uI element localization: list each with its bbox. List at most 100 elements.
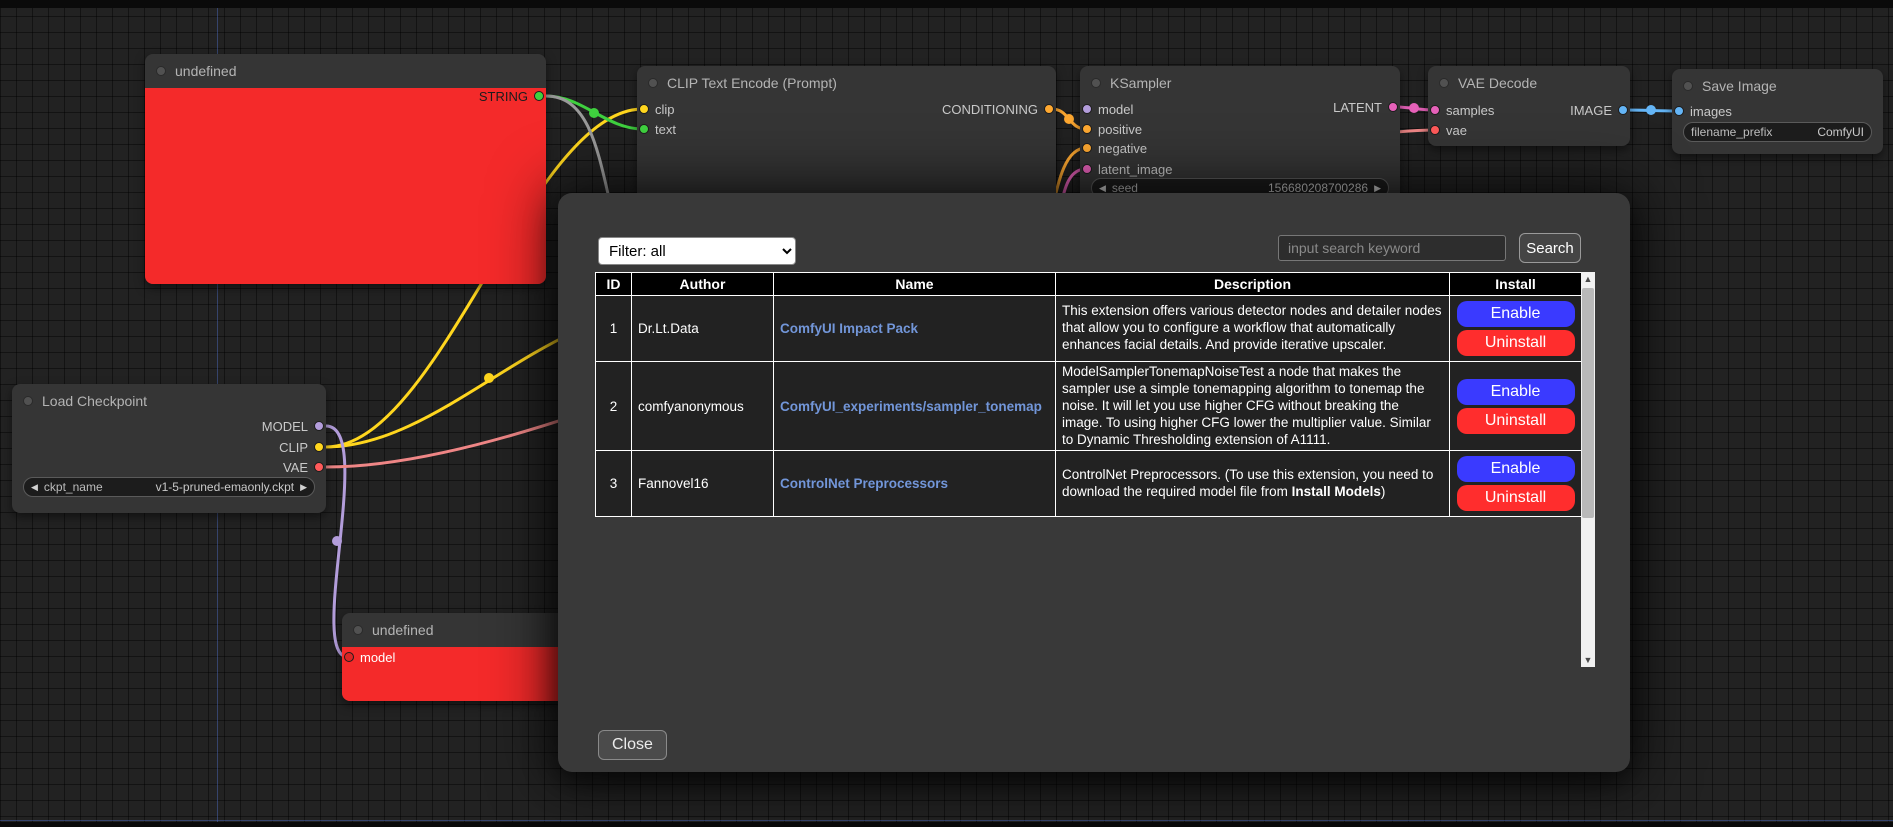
node-collapse-dot-icon[interactable] [353, 625, 363, 635]
extension-link[interactable]: ComfyUI Impact Pack [780, 321, 918, 336]
uninstall-button[interactable]: Uninstall [1457, 408, 1575, 434]
node-load-checkpoint[interactable]: Load Checkpoint MODEL CLIP VAE ◀ ckpt_na… [12, 384, 326, 513]
node-title: Save Image [1702, 78, 1777, 94]
positive-slot-dot[interactable] [1082, 124, 1092, 134]
enable-button[interactable]: Enable [1457, 379, 1575, 405]
node-title: CLIP Text Encode (Prompt) [667, 75, 837, 91]
uninstall-button[interactable]: Uninstall [1457, 485, 1575, 511]
next-arrow-icon[interactable]: ▶ [300, 482, 307, 493]
slot-label: STRING [479, 89, 528, 104]
node-title: Load Checkpoint [42, 393, 147, 409]
slot-input-vae[interactable]: vae [1430, 121, 1467, 139]
slot-label: negative [1098, 141, 1147, 156]
model-slot-dot[interactable] [344, 652, 354, 662]
ckpt-name-widget[interactable]: ◀ ckpt_name v1-5-pruned-emaonly.ckpt ▶ [23, 477, 315, 497]
vae-slot-dot[interactable] [314, 462, 324, 472]
widget-label: ckpt_name [44, 480, 103, 494]
node-collapse-dot-icon[interactable] [156, 66, 166, 76]
model-slot-dot[interactable] [1082, 104, 1092, 114]
slot-label: images [1690, 104, 1732, 119]
node-collapse-dot-icon[interactable] [648, 78, 658, 88]
clip-slot-dot[interactable] [639, 104, 649, 114]
col-header-author: Author [632, 273, 774, 296]
slot-output-vae[interactable]: VAE [283, 458, 324, 476]
node-header[interactable]: VAE Decode [1428, 66, 1630, 100]
string-slot-dot[interactable] [534, 91, 544, 101]
filename-prefix-widget[interactable]: filename_prefix ComfyUI [1683, 122, 1872, 142]
latent-image-slot-dot[interactable] [1082, 164, 1092, 174]
extension-link[interactable]: ComfyUI_experiments/sampler_tonemap [780, 399, 1042, 414]
node-header[interactable]: KSampler [1080, 66, 1400, 100]
node-header[interactable]: CLIP Text Encode (Prompt) [637, 66, 1056, 100]
decrement-arrow-icon[interactable]: ◀ [1099, 183, 1106, 194]
slot-input-latent-image[interactable]: latent_image [1082, 160, 1172, 178]
image-slot-dot[interactable] [1618, 105, 1628, 115]
negative-slot-dot[interactable] [1082, 143, 1092, 153]
scroll-up-arrow-icon[interactable]: ▲ [1581, 272, 1595, 286]
link-midpoint-dot [589, 108, 599, 118]
node-vae-decode[interactable]: VAE Decode samples vae IMAGE [1428, 66, 1630, 146]
slot-label: model [360, 650, 395, 665]
vae-slot-dot[interactable] [1430, 125, 1440, 135]
slot-output-model[interactable]: MODEL [262, 417, 324, 435]
slot-input-samples[interactable]: samples [1430, 101, 1494, 119]
slot-output-latent[interactable]: LATENT [1333, 98, 1398, 116]
node-header[interactable]: Save Image [1672, 69, 1883, 103]
slot-output-clip[interactable]: CLIP [279, 438, 324, 456]
cell-id: 1 [596, 296, 632, 362]
node-header[interactable]: undefined [145, 54, 546, 88]
slot-input-positive[interactable]: positive [1082, 120, 1142, 138]
node-collapse-dot-icon[interactable] [23, 396, 33, 406]
increment-arrow-icon[interactable]: ▶ [1374, 183, 1381, 194]
col-header-id: ID [596, 273, 632, 296]
node-header[interactable]: undefined [342, 613, 565, 647]
scrollbar-track[interactable]: ▲ ▼ [1581, 272, 1595, 667]
model-slot-dot[interactable] [314, 421, 324, 431]
images-slot-dot[interactable] [1674, 106, 1684, 116]
node-collapse-dot-icon[interactable] [1091, 78, 1101, 88]
clip-slot-dot[interactable] [314, 442, 324, 452]
link-midpoint-dot [1409, 103, 1419, 113]
node-collapse-dot-icon[interactable] [1683, 81, 1693, 91]
enable-button[interactable]: Enable [1457, 301, 1575, 327]
extension-list-area: ID Author Name Description Install 1 Dr.… [595, 272, 1595, 667]
samples-slot-dot[interactable] [1430, 105, 1440, 115]
slot-label: samples [1446, 103, 1494, 118]
extension-link[interactable]: ControlNet Preprocessors [780, 476, 948, 491]
cell-author: comfyanonymous [632, 362, 774, 451]
uninstall-button[interactable]: Uninstall [1457, 330, 1575, 356]
slot-input-model[interactable]: model [344, 648, 395, 666]
node-save-image[interactable]: Save Image images filename_prefix ComfyU… [1672, 69, 1883, 154]
slot-input-negative[interactable]: negative [1082, 139, 1147, 157]
slot-label: text [655, 122, 676, 137]
slot-output-string[interactable]: STRING [479, 87, 544, 105]
enable-button[interactable]: Enable [1457, 456, 1575, 482]
scroll-down-arrow-icon[interactable]: ▼ [1581, 653, 1595, 667]
search-button[interactable]: Search [1519, 233, 1581, 263]
filter-select[interactable]: Filter: all [598, 237, 796, 265]
node-collapse-dot-icon[interactable] [1439, 78, 1449, 88]
latent-slot-dot[interactable] [1388, 102, 1398, 112]
cell-author: Dr.Lt.Data [632, 296, 774, 362]
conditioning-slot-dot[interactable] [1044, 104, 1054, 114]
slot-output-image[interactable]: IMAGE [1570, 101, 1628, 119]
slot-label: LATENT [1333, 100, 1382, 115]
slot-input-clip[interactable]: clip [639, 100, 675, 118]
previous-arrow-icon[interactable]: ◀ [31, 482, 38, 493]
node-undefined-top[interactable]: undefined STRING [145, 54, 546, 284]
node-undefined-bottom[interactable]: undefined model [342, 613, 565, 701]
node-header[interactable]: Load Checkpoint [12, 384, 326, 418]
slot-input-images[interactable]: images [1674, 102, 1732, 120]
search-input[interactable] [1278, 235, 1506, 261]
slot-output-conditioning[interactable]: CONDITIONING [942, 100, 1054, 118]
link-midpoint-dot [1646, 105, 1656, 115]
manager-dialog: Filter: all Search ID Author Name Descri… [558, 193, 1630, 772]
scrollbar-thumb[interactable] [1582, 288, 1594, 518]
slot-input-text[interactable]: text [639, 120, 676, 138]
cell-description: This extension offers various detector n… [1056, 296, 1450, 362]
close-button[interactable]: Close [598, 730, 667, 760]
slot-input-model[interactable]: model [1082, 100, 1133, 118]
text-slot-dot[interactable] [639, 124, 649, 134]
slot-label: positive [1098, 122, 1142, 137]
col-header-name: Name [774, 273, 1056, 296]
